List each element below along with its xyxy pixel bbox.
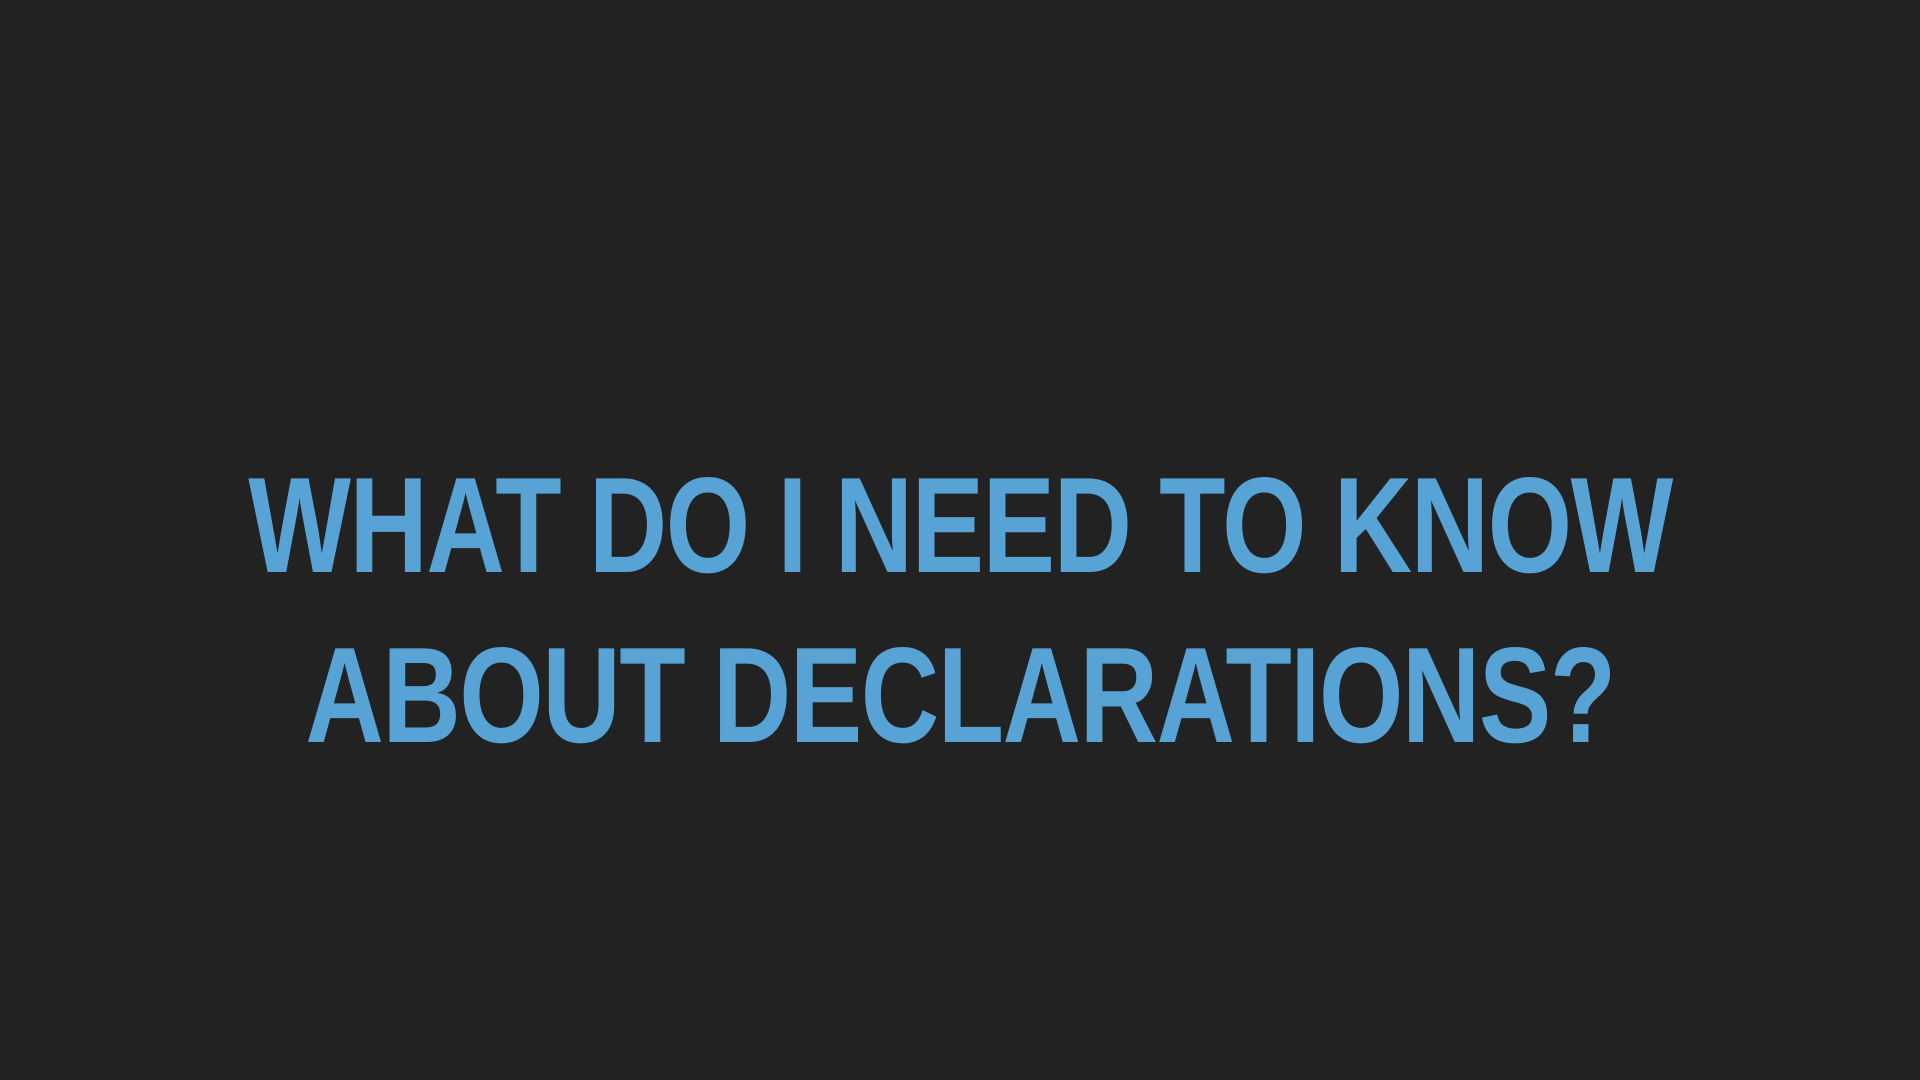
slide: WHAT DO I NEED TO KNOW ABOUT DECLARATION… — [0, 0, 1920, 1080]
slide-title-line-1: WHAT DO I NEED TO KNOW — [248, 449, 1673, 601]
slide-title-line-2: ABOUT DECLARATIONS? — [305, 619, 1616, 771]
slide-title: WHAT DO I NEED TO KNOW ABOUT DECLARATION… — [192, 440, 1728, 780]
